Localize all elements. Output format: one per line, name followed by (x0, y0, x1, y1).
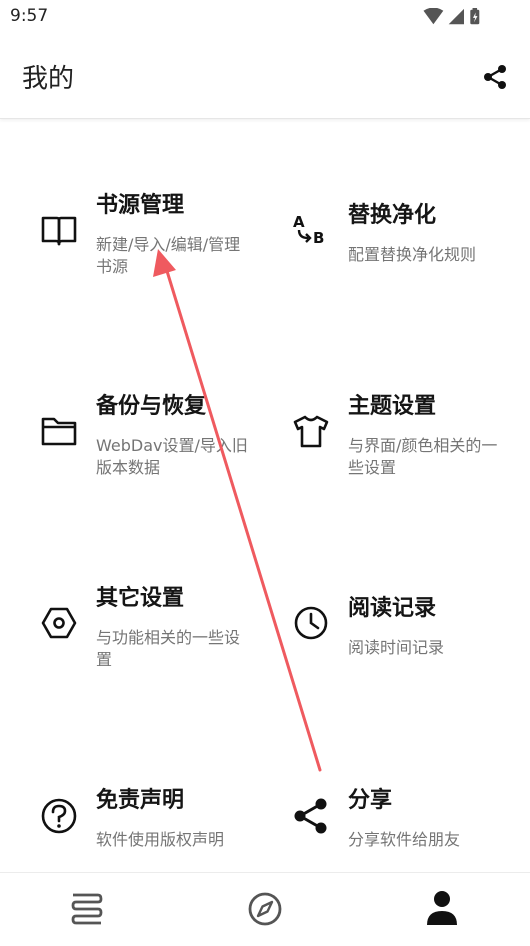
svg-text:B: B (313, 229, 324, 247)
status-time: 9:57 (10, 6, 49, 26)
person-icon[interactable] (420, 887, 464, 931)
card-description: 配置替换净化规则 (348, 245, 477, 264)
card-title: 备份与恢复 (96, 394, 207, 419)
card-reading-history[interactable]: 阅读记录 阅读时间记录 (252, 568, 507, 718)
card-replace-purify[interactable]: A B 替换净化 配置替换净化规则 (252, 175, 507, 325)
book-icon (41, 216, 77, 246)
card-description: 阅读时间记录 (348, 638, 445, 657)
card-source-management[interactable]: 书源管理 新建/导入/编辑/管理书源 (0, 175, 255, 325)
folder-icon (41, 417, 77, 446)
card-description: 软件使用版权声明 (96, 830, 225, 849)
card-title: 主题设置 (348, 394, 437, 419)
compass-icon[interactable] (243, 887, 287, 931)
card-title: 阅读记录 (348, 596, 437, 621)
card-theme-settings[interactable]: 主题设置 与界面/颜色相关的一些设置 (252, 376, 507, 526)
card-description: 分享软件给朋友 (348, 830, 461, 849)
card-title: 其它设置 (96, 586, 185, 611)
card-title: 替换净化 (348, 203, 437, 228)
status-bar: 9:57 (0, 0, 530, 34)
clock-icon (294, 606, 328, 640)
hex-settings-icon (41, 607, 77, 639)
question-icon (41, 798, 77, 834)
card-title: 书源管理 (96, 193, 185, 218)
wifi-icon (423, 8, 444, 25)
svg-text:A: A (293, 213, 305, 231)
page-title: 我的 (22, 64, 75, 94)
card-title: 分享 (348, 788, 393, 813)
card-description: WebDav设置/导入旧版本数据 (96, 436, 248, 477)
signal-icon (448, 8, 464, 25)
app-bar: 我的 (0, 34, 530, 119)
share-icon (294, 798, 327, 834)
card-title: 免责声明 (96, 788, 185, 813)
card-description: 新建/导入/编辑/管理书源 (96, 235, 241, 276)
card-description: 与功能相关的一些设置 (96, 628, 241, 669)
bookshelf-icon[interactable] (65, 887, 109, 931)
card-other-settings[interactable]: 其它设置 与功能相关的一些设置 (0, 568, 255, 718)
bottom-nav (0, 872, 530, 946)
tshirt-icon (293, 415, 329, 448)
replace-ab-icon: A B (293, 213, 324, 247)
status-icons (423, 8, 480, 25)
card-description: 与界面/颜色相关的一些设置 (348, 436, 498, 477)
share-icon[interactable] (482, 64, 508, 90)
card-backup-restore[interactable]: 备份与恢复 WebDav设置/导入旧版本数据 (0, 376, 255, 526)
